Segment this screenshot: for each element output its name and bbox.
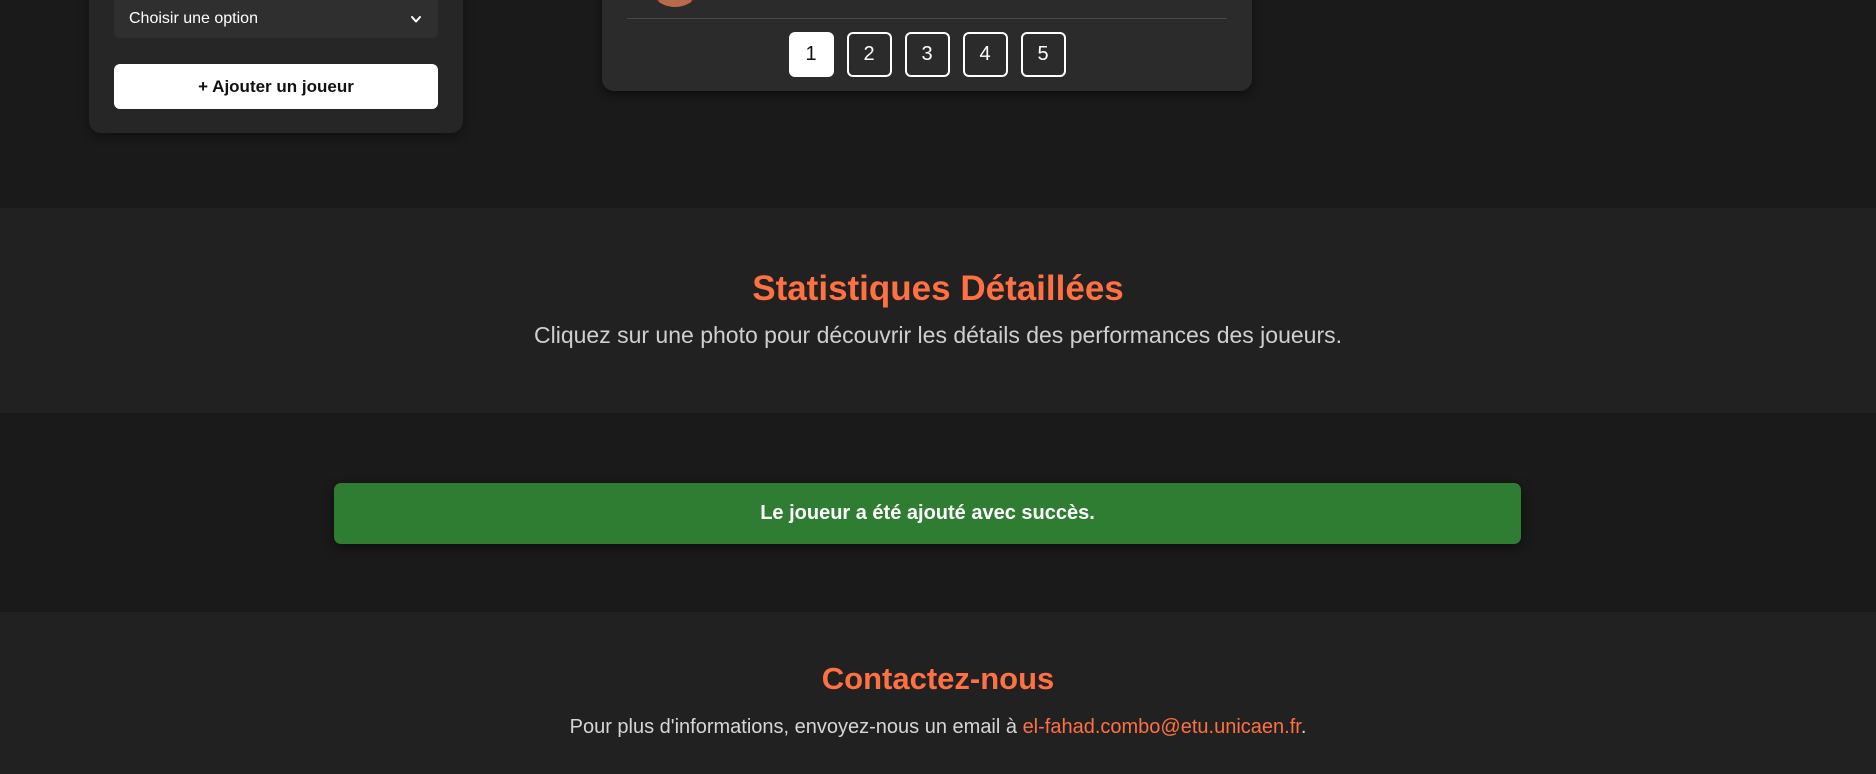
add-player-button[interactable]: + Ajouter un joueur: [114, 64, 438, 109]
option-select[interactable]: Choisir une option: [114, 0, 438, 38]
contact-text-prefix: Pour plus d'informations, envoyez-nous u…: [569, 716, 1023, 738]
stats-section: Statistiques Détaillées Cliquez sur une …: [0, 208, 1876, 413]
page-button-5[interactable]: 5: [1020, 32, 1066, 77]
pagination: 1 2 3 4 5: [602, 32, 1252, 77]
stats-title: Statistiques Détaillées: [752, 269, 1124, 308]
page-button-4[interactable]: 4: [962, 32, 1008, 77]
page-button-2[interactable]: 2: [846, 32, 892, 77]
contact-section: Contactez-nous Pour plus d'informations,…: [0, 612, 1876, 774]
page-button-3[interactable]: 3: [904, 32, 950, 77]
chevron-down-icon: [409, 12, 423, 26]
player-avatar[interactable]: [646, 0, 704, 7]
players-area: Choisir une option + Ajouter un joueur 1…: [0, 0, 1876, 208]
stats-subtitle: Cliquez sur une photo pour découvrir les…: [534, 322, 1342, 348]
alert-section: Le joueur a été ajouté avec succès.: [0, 413, 1876, 612]
option-select-value: Choisir une option: [129, 10, 258, 27]
page-button-1[interactable]: 1: [788, 32, 834, 77]
success-alert: Le joueur a été ajouté avec succès.: [334, 483, 1521, 544]
contact-email-link[interactable]: el-fahad.combo@etu.unicaen.fr: [1023, 716, 1301, 738]
contact-text: Pour plus d'informations, envoyez-nous u…: [0, 716, 1876, 739]
add-player-form: Choisir une option + Ajouter un joueur: [89, 0, 463, 133]
player-list-panel: 1 2 3 4 5: [602, 0, 1252, 91]
list-divider: [627, 18, 1227, 19]
contact-text-suffix: .: [1300, 716, 1307, 738]
contact-title: Contactez-nous: [821, 661, 1055, 696]
